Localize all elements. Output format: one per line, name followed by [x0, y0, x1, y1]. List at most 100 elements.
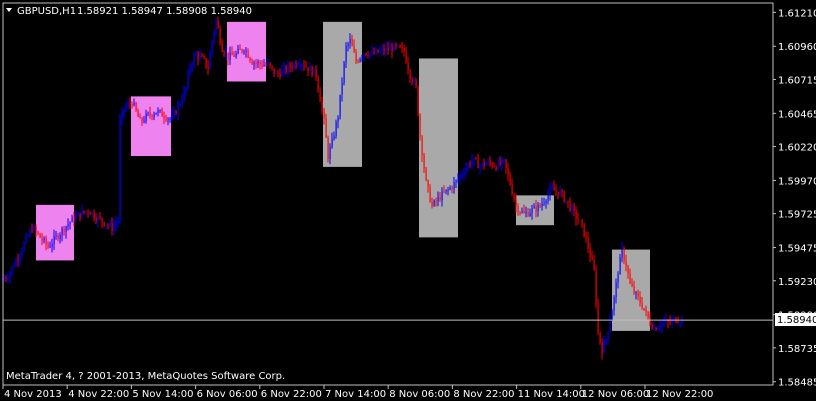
candle-body [299, 65, 301, 67]
candle-body [451, 187, 453, 189]
candle-body [93, 212, 95, 219]
highlight-box-pink [131, 96, 171, 157]
candle-body [247, 50, 249, 58]
candle-body [79, 213, 81, 218]
candle-body [43, 238, 45, 241]
candle-body [249, 57, 251, 61]
candle-body [345, 45, 347, 63]
candle-body [563, 191, 565, 202]
candle-body [659, 326, 661, 329]
candle-body [123, 109, 125, 112]
candle-body [269, 62, 271, 66]
candle-body [3, 278, 5, 281]
candle-body [189, 66, 191, 73]
candle-body [635, 292, 637, 294]
candle-body [327, 137, 329, 160]
candle-body [135, 102, 137, 111]
candle-body [499, 161, 501, 165]
candle-body [605, 339, 607, 342]
candle-body [15, 259, 17, 267]
candle-body [89, 212, 91, 215]
x-tick-label: 7 Nov 14:00 [325, 389, 386, 400]
candle-body [511, 184, 513, 195]
candle-body [21, 250, 23, 256]
candle-body [45, 238, 47, 245]
candle-body [321, 101, 323, 110]
candle-body [223, 51, 225, 55]
candle-body [297, 65, 299, 67]
candle-body [561, 190, 563, 192]
candle-body [565, 200, 567, 202]
candle-body [515, 199, 517, 207]
candle-body [485, 163, 487, 166]
candle-body [617, 274, 619, 283]
candle-body [611, 310, 613, 321]
candle-body [555, 190, 557, 192]
candle-body [537, 204, 539, 212]
candle-body [371, 51, 373, 54]
candle-body [613, 296, 615, 311]
candle-body [569, 201, 571, 211]
candle-body [661, 322, 663, 327]
price-chart[interactable]: 1.61210 1.60960 1.60715 1.60465 1.60220 1.599… [0, 0, 816, 401]
candle-body [615, 282, 617, 297]
y-tick-label: 1.60715 [778, 75, 816, 86]
candle-body [347, 43, 349, 46]
y-tick-label: 1.59230 [778, 277, 816, 288]
y-tick-label: 1.58735 [778, 344, 816, 355]
candle-body [521, 211, 523, 213]
candle-body [109, 223, 111, 226]
candle-body [147, 112, 149, 114]
candle-body [63, 228, 65, 232]
candle-body [307, 67, 309, 71]
x-tick-label: 12 Nov 22:00 [646, 389, 713, 400]
candle-body [165, 118, 167, 121]
candle-body [17, 259, 19, 261]
candle-body [553, 187, 555, 191]
candle-body [431, 202, 433, 206]
candle-body [411, 78, 413, 83]
candle-body [239, 49, 241, 51]
candle-body [399, 45, 401, 48]
candle-body [433, 200, 435, 206]
candle-body [101, 217, 103, 223]
candle-body [517, 206, 519, 213]
candle-body [277, 72, 279, 74]
candle-body [583, 222, 585, 237]
x-tick-label: 8 Nov 06:00 [389, 389, 450, 400]
candle-body [213, 32, 215, 42]
candle-body [325, 118, 327, 138]
candle-body [253, 62, 255, 65]
candle-body [195, 53, 197, 57]
candle-body [623, 248, 625, 261]
current-price-label: 1.58940 [777, 315, 816, 326]
candle-body [415, 80, 417, 87]
candle-body [217, 19, 219, 29]
candle-body [335, 121, 337, 137]
candle-body [103, 222, 105, 226]
candle-body [461, 174, 463, 176]
candle-body [405, 51, 407, 63]
candle-body [323, 109, 325, 119]
candle-body [151, 115, 153, 117]
candle-body [601, 342, 603, 354]
candle-body [479, 165, 481, 169]
candle-body [285, 66, 287, 72]
candle-body [429, 186, 431, 203]
candle-body [653, 328, 655, 330]
candle-body [487, 160, 489, 164]
y-tick-label: 1.59475 [778, 244, 816, 255]
candle-body [497, 161, 499, 170]
candle-body [169, 118, 171, 120]
candle-body [477, 158, 479, 169]
candle-body [657, 328, 659, 331]
candle-body [599, 331, 601, 343]
candle-body [41, 237, 43, 241]
candle-body [145, 113, 147, 121]
copyright-text: MetaTrader 4, ? 2001-2013, MetaQuotes So… [6, 371, 285, 382]
candle-body [447, 189, 449, 191]
candle-body [207, 66, 209, 70]
candle-body [141, 118, 143, 122]
candle-body [115, 222, 117, 226]
candle-body [229, 52, 231, 60]
